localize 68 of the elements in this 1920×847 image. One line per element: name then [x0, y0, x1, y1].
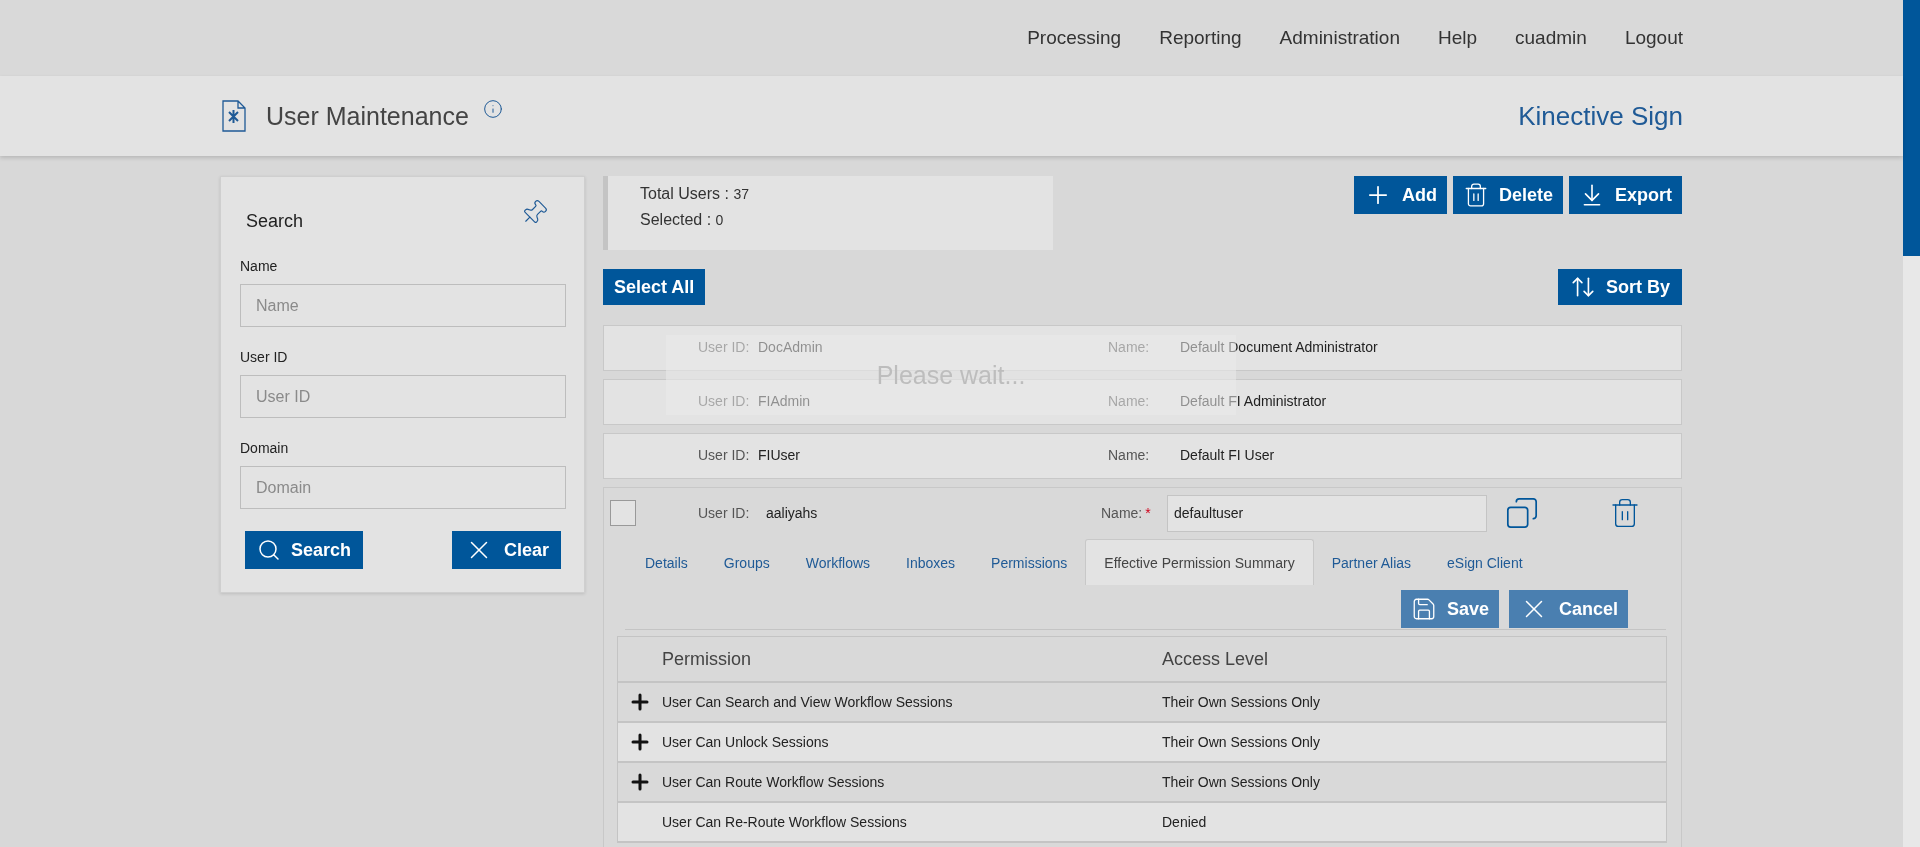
delete-button[interactable]: Delete [1452, 176, 1563, 214]
brand-name: Kinective Sign [1518, 100, 1683, 132]
column-header: Permission [662, 648, 753, 670]
table-cell-text: Their Own Sessions Only [1162, 774, 1321, 790]
tab[interactable]: Permissions [973, 539, 1086, 585]
input-field[interactable]: User ID [240, 375, 566, 418]
user-id: FIAdmin [758, 393, 812, 409]
nav-link[interactable]: Administration [1279, 27, 1400, 49]
panel-title: Search [246, 211, 304, 232]
field-label: Name [240, 258, 279, 274]
input-field[interactable]: Name [240, 284, 566, 327]
select-all-button[interactable]: Select All [603, 269, 706, 305]
page-title: User Maintenance [266, 101, 469, 131]
tab[interactable]: eSign Client [1429, 539, 1541, 585]
export-button[interactable]: Export [1569, 176, 1682, 214]
nav-link[interactable]: Logout [1624, 27, 1683, 49]
column-header: Access Level [1162, 648, 1270, 670]
field-label: Domain [240, 440, 290, 456]
field-label: User ID: [698, 393, 751, 409]
field-label: User ID: [698, 505, 751, 521]
nav-link[interactable]: Help [1437, 27, 1478, 49]
input-field[interactable]: Domain [240, 466, 566, 509]
table-cell-text: User Can Route Workflow Sessions [662, 774, 886, 790]
summary-text: Selected : 0 [640, 211, 725, 229]
table-cell-text: Denied [1162, 814, 1208, 830]
user-name: Default FI Administrator [1180, 393, 1328, 409]
table-cell-text: Their Own Sessions Only [1162, 694, 1321, 710]
user-row[interactable]: User ID: FIUser Name: Default FI User [603, 433, 1682, 479]
save-button[interactable]: Save [1400, 590, 1499, 628]
table-cell-text: Their Own Sessions Only [1162, 734, 1321, 750]
clear-button[interactable]: Clear [451, 531, 561, 569]
user-id: FIUser [758, 447, 801, 463]
field-label: Name: [1108, 393, 1151, 409]
table-cell-text: User Can Unlock Sessions [662, 734, 830, 750]
tab[interactable]: Details [627, 539, 706, 585]
summary-text: Total Users : 37 [640, 185, 750, 203]
tab[interactable]: Effective Permission Summary [1085, 539, 1314, 585]
table-cell-text: User Can Search and View Workflow Sessions [662, 694, 954, 710]
nav-link[interactable]: cuadmin [1515, 27, 1587, 49]
table-cell-text: User Can Re-Route Workflow Sessions [662, 814, 908, 830]
field-label: Name: [1108, 447, 1151, 463]
field-label: Name: [1108, 339, 1151, 355]
user-name: Default Document Administrator [1180, 339, 1379, 355]
document-icon [222, 100, 246, 132]
user-name: Default FI User [1180, 447, 1276, 463]
checkbox[interactable] [610, 500, 636, 526]
field-label: User ID: [698, 339, 751, 355]
cancel-button[interactable]: Cancel [1508, 590, 1628, 628]
field-label: User ID [240, 349, 289, 365]
search-button[interactable]: Search [245, 531, 364, 569]
tab[interactable]: Workflows [787, 539, 889, 585]
user-id: aaliyahs [766, 505, 819, 521]
info-icon[interactable] [482, 99, 503, 119]
copy-icon[interactable] [1505, 496, 1539, 530]
tab[interactable]: Partner Alias [1313, 539, 1430, 585]
add-button[interactable]: Add [1353, 176, 1447, 214]
nav-link[interactable]: Processing [1027, 27, 1122, 49]
user-id: DocAdmin [758, 339, 824, 355]
field-label: Name: * [1101, 505, 1152, 521]
scrollbar-thumb[interactable] [1903, 0, 1920, 256]
search-icon [257, 538, 281, 562]
nav-link[interactable]: Reporting [1159, 27, 1242, 49]
user-row[interactable]: User ID: DocAdmin Name: Default Document Administrator [603, 325, 1682, 371]
text-input[interactable]: defaultuser [1167, 494, 1487, 532]
field-label: User ID: [698, 447, 751, 463]
tab[interactable]: Groups [705, 539, 788, 585]
tab[interactable]: Inboxes [888, 539, 974, 585]
sort-button[interactable]: Sort By [1558, 269, 1682, 305]
